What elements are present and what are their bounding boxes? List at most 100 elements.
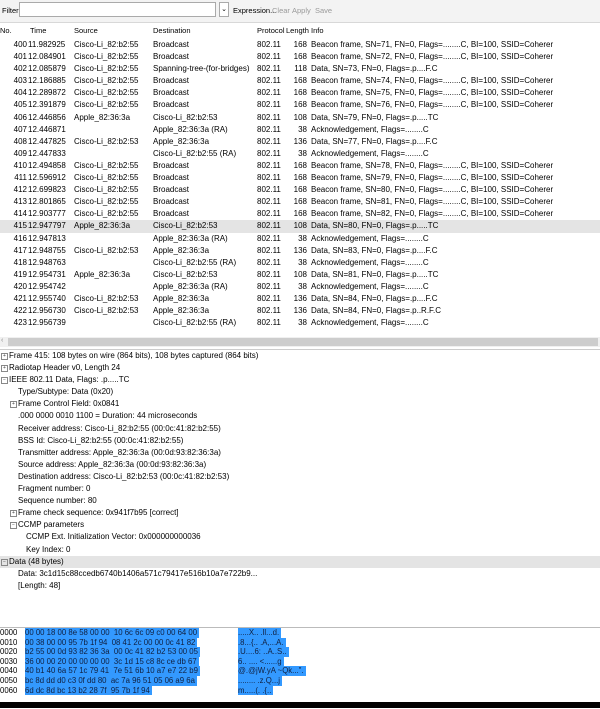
packet-destination: Apple_82:36:3a (RA) (153, 281, 228, 291)
packet-row[interactable]: 415 12.947797 Apple_82:36:3a Cisco-Li_82:b2… (0, 220, 600, 233)
hex-ascii[interactable]: @.@jW.yA ~Qk...". (238, 666, 306, 676)
hex-ascii[interactable]: .8...{.. .A,...A. (238, 637, 286, 648)
hex-ascii[interactable]: .....X.. .ll...d. (238, 628, 282, 638)
packet-destination: Apple_82:36:3a (153, 293, 210, 303)
detail-tree-item[interactable]: Fragment number: 0 (0, 483, 600, 495)
hex-bytes[interactable]: 36 00 00 20 00 00 00 00 3c 1d 15 c8 8c c… (25, 656, 199, 667)
scroll-left-arrow-icon[interactable]: ‹ (1, 337, 3, 344)
packet-row[interactable]: 417 12.948755 Cisco-Li_82:b2:53 Apple_82:36… (0, 245, 600, 257)
hex-bytes[interactable]: 40 b1 40 6a 57 1c 79 41 7e 51 6b 10 a7 e… (25, 666, 200, 676)
hex-offset[interactable]: 0040 (0, 666, 17, 676)
expand-icon[interactable]: + (1, 353, 8, 360)
hex-offset[interactable]: 0060 (0, 686, 17, 696)
detail-tree-item[interactable]: − IEEE 802.11 Data, Flags: .p.....TC (0, 374, 600, 386)
packet-time: 12.954731 (28, 269, 66, 279)
packet-row[interactable]: 404 12.289872 Cisco-Li_82:b2:55 Broadcast 80… (0, 87, 600, 99)
packet-row[interactable]: 410 12.494858 Cisco-Li_82:b2:55 Broadcast 80… (0, 160, 600, 172)
detail-tree-item[interactable]: Destination address: Cisco-Li_82:b2:53 (… (0, 471, 600, 483)
packet-row[interactable]: 408 12.447825 Cisco-Li_82:b2:53 Apple_82:36… (0, 136, 600, 148)
detail-tree-item[interactable]: CCMP Ext. Initialization Vector: 0x00000… (0, 531, 600, 543)
hex-bytes[interactable]: 6d dc 8d bc 13 b2 28 7f 95 7b 1f 94 (25, 685, 152, 696)
packet-row[interactable]: 407 12.446871 Apple_82:36:3a (RA) 802.11 38 A… (0, 124, 600, 136)
collapse-icon[interactable]: − (1, 377, 8, 385)
detail-tree-item[interactable]: Source address: Apple_82:36:3a (00:0d:93… (0, 459, 600, 471)
packet-row[interactable]: 414 12.903777 Cisco-Li_82:b2:55 Broadcast 80… (0, 208, 600, 220)
column-header-source[interactable]: Source (74, 26, 98, 35)
hex-row: 0030 36 00 00 20 00 00 00 00 3c 1d 15 c8 … (0, 656, 600, 667)
detail-tree-item[interactable]: + Frame 415: 108 bytes on wire (864 bits)… (0, 350, 600, 362)
column-header-no[interactable]: No. (0, 26, 12, 35)
hex-ascii[interactable]: 6.. .... <......g (238, 656, 284, 667)
detail-tree-item[interactable]: Key Index: 0 (0, 544, 600, 556)
column-header-length[interactable]: Length (286, 26, 309, 35)
packet-row[interactable]: 411 12.596912 Cisco-Li_82:b2:55 Broadcast 80… (0, 172, 600, 184)
detail-tree-item[interactable]: [Length: 48] (0, 580, 600, 592)
column-header-protocol[interactable]: Protocol (257, 26, 285, 35)
packet-row[interactable]: 422 12.956730 Cisco-Li_82:b2:53 Apple_82:36… (0, 305, 600, 317)
detail-tree-item[interactable]: + Frame check sequence: 0x941f7b95 [corre… (0, 507, 600, 519)
packet-row[interactable]: 418 12.948763 Cisco-Li_82:b2:55 (RA) 802.11… (0, 257, 600, 269)
horizontal-scrollbar[interactable]: ‹ (0, 337, 600, 347)
packet-row[interactable]: 409 12.447833 Cisco-Li_82:b2:55 (RA) 802.11… (0, 148, 600, 160)
collapse-icon[interactable]: − (1, 558, 8, 566)
packet-row[interactable]: 400 11.982925 Cisco-Li_82:b2:55 Broadcast 80… (0, 39, 600, 51)
clear-button[interactable]: Clear (272, 6, 290, 15)
column-header-info[interactable]: Info (311, 26, 324, 35)
detail-text: Key Index: 0 (26, 544, 71, 554)
packet-row[interactable]: 416 12.947813 Apple_82:36:3a (RA) 802.11 38 A… (0, 233, 600, 245)
expand-icon[interactable]: + (1, 365, 8, 373)
packet-protocol: 802.11 (257, 88, 281, 98)
packet-row[interactable]: 403 12.186885 Cisco-Li_82:b2:55 Broadcast 80… (0, 75, 600, 87)
hex-bytes[interactable]: 00 00 18 00 8e 58 00 00 10 6c 6c 09 c0 0… (25, 628, 200, 638)
hex-bytes[interactable]: b2 55 00 0d 93 82 36 3a 00 0c 41 82 b2 5… (25, 647, 200, 657)
detail-tree-item[interactable]: BSS Id: Cisco-Li_82:b2:55 (00:0c:41:82:b… (0, 435, 600, 447)
packet-row[interactable]: 405 12.391879 Cisco-Li_82:b2:55 Broadcast 80… (0, 99, 600, 111)
hex-ascii[interactable]: .U....6: ..A..S.. (238, 647, 289, 657)
packet-destination: Apple_82:36:3a (153, 136, 210, 146)
hex-offset[interactable]: 0010 (0, 638, 17, 648)
hex-offset[interactable]: 0030 (0, 657, 17, 667)
hex-offset[interactable]: 0020 (0, 647, 17, 657)
hex-ascii[interactable]: m.....(. .{.. (238, 685, 274, 696)
packet-row[interactable]: 401 12.084901 Cisco-Li_82:b2:55 Broadcast 80… (0, 51, 600, 63)
detail-tree-item[interactable]: − Data (48 bytes) (0, 555, 600, 568)
packet-row[interactable]: 413 12.801865 Cisco-Li_82:b2:55 Broadcast 80… (0, 196, 600, 208)
hex-bytes[interactable]: bc 8d dd d0 c3 0f dd 80 ac 7a 96 51 05 0… (25, 675, 197, 686)
packet-row[interactable]: 420 12.954742 Apple_82:36:3a (RA) 802.11 38 A… (0, 281, 600, 293)
detail-tree-item[interactable]: Type/Subtype: Data (0x20) (0, 386, 600, 398)
packet-destination: Apple_82:36:3a (RA) (153, 233, 228, 243)
packet-row[interactable]: 421 12.955740 Cisco-Li_82:b2:53 Apple_82:36… (0, 293, 600, 305)
column-header-time[interactable]: Time (30, 26, 46, 35)
apply-button[interactable]: Apply (292, 6, 311, 15)
detail-tree-item[interactable]: − CCMP parameters (0, 519, 600, 531)
expand-icon[interactable]: + (10, 510, 17, 518)
expression-button[interactable]: Expression... (233, 6, 276, 15)
filter-label: Filter: (2, 6, 21, 15)
filter-input[interactable] (19, 2, 216, 17)
packet-row[interactable]: 406 12.446856 Apple_82:36:3a Cisco-Li_82:b2… (0, 112, 600, 124)
expand-icon[interactable]: + (10, 401, 17, 409)
filter-dropdown-chevron-down-icon[interactable]: ⌄ (219, 2, 229, 17)
column-header-destination[interactable]: Destination (153, 26, 191, 35)
hex-ascii[interactable]: ........ .z.Q...j (238, 675, 283, 686)
detail-tree-item[interactable]: Sequence number: 80 (0, 495, 600, 507)
save-button[interactable]: Save (315, 6, 332, 15)
hex-offset[interactable]: 0050 (0, 676, 17, 686)
hex-offset[interactable]: 0000 (0, 628, 17, 638)
detail-tree-item[interactable]: + Frame Control Field: 0x0841 (0, 398, 600, 410)
detail-tree-item[interactable]: Transmitter address: Apple_82:36:3a (00:… (0, 447, 600, 459)
packet-no: 408 (13, 136, 27, 146)
packet-row[interactable]: 412 12.699823 Cisco-Li_82:b2:55 Broadcast 80… (0, 184, 600, 196)
detail-tree-item[interactable]: + Radiotap Header v0, Length 24 (0, 362, 600, 374)
packet-row[interactable]: 423 12.956739 Cisco-Li_82:b2:55 (RA) 802.11… (0, 317, 600, 329)
detail-tree-item[interactable]: Receiver address: Cisco-Li_82:b2:55 (00:… (0, 423, 600, 435)
detail-tree-item[interactable]: Data: 3c1d15c88ccedb6740b1406a571c79417e… (0, 568, 600, 580)
packet-row[interactable]: 402 12.085879 Cisco-Li_82:b2:55 Spanning-tr… (0, 63, 600, 75)
detail-tree-item[interactable]: .000 0000 0010 1100 = Duration: 44 micro… (0, 410, 600, 422)
packet-info: Acknowledgement, Flags=........C (311, 124, 429, 134)
packet-row[interactable]: 419 12.954731 Apple_82:36:3a Cisco-Li_82:b2… (0, 269, 600, 281)
scrollbar-thumb[interactable] (8, 338, 598, 346)
hex-bytes[interactable]: 00 38 00 00 95 7b 1f 94 08 41 2c 00 00 0… (25, 637, 198, 648)
collapse-icon[interactable]: − (10, 522, 17, 530)
packet-protocol: 802.11 (257, 112, 281, 122)
